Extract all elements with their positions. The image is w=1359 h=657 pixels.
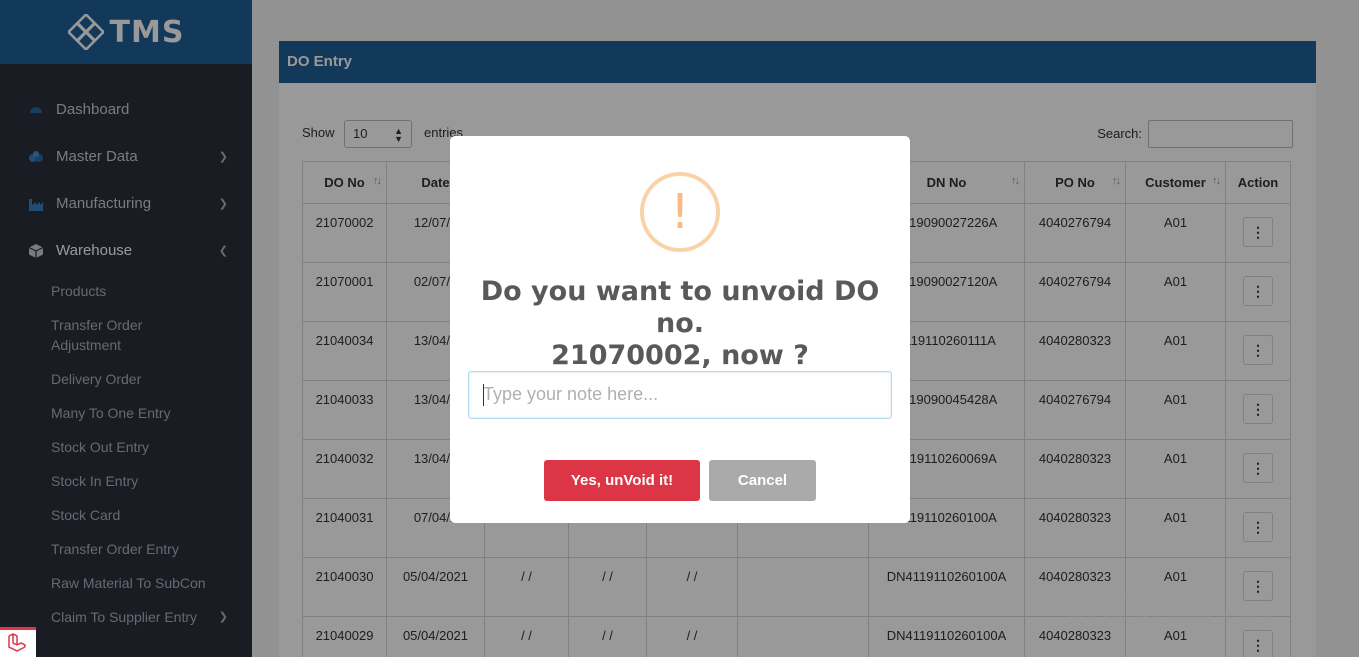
- warning-icon: !: [640, 172, 720, 252]
- confirm-unvoid-button[interactable]: Yes, unVoid it!: [544, 460, 700, 501]
- laravel-logo-icon: [8, 633, 26, 652]
- unvoid-confirm-dialog: ! Do you want to unvoid DO no. 21070002,…: [450, 136, 910, 523]
- dialog-title-line-2: 21070002, now ?: [551, 340, 809, 371]
- cancel-button[interactable]: Cancel: [709, 460, 816, 501]
- laravel-debug-badge[interactable]: [0, 627, 36, 657]
- dialog-title-line-1: Do you want to unvoid DO no.: [480, 276, 880, 339]
- note-input[interactable]: Type your note here...: [468, 371, 892, 419]
- dialog-title: Do you want to unvoid DO no. 21070002, n…: [460, 276, 900, 372]
